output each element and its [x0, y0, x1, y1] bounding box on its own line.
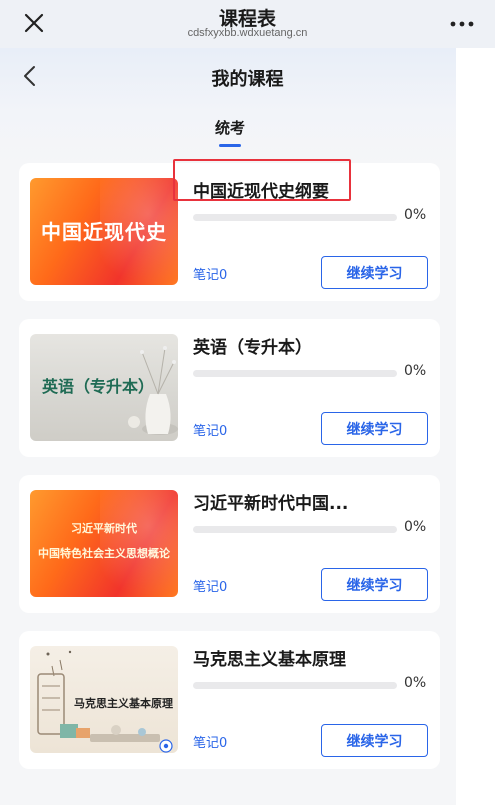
course-card[interactable]: 英语（专升本） 英语（专升本） 0% 笔记0 继续学习	[19, 319, 440, 457]
page-header: 我的课程 统考	[0, 48, 495, 166]
progress-bar	[193, 682, 397, 689]
thumbnail-title-line2: 中国特色社会主义思想概论	[38, 547, 170, 560]
progress-percent: 0%	[404, 519, 427, 535]
course-thumbnail[interactable]: 习近平新时代 中国特色社会主义思想概论	[30, 490, 178, 597]
notes-link[interactable]: 笔记0	[193, 576, 227, 595]
course-title[interactable]: 英语（专升本）	[193, 333, 433, 358]
more-icon[interactable]	[449, 14, 475, 34]
course-thumbnail[interactable]: 中国近现代史	[30, 178, 178, 285]
course-thumbnail[interactable]: 英语（专升本）	[30, 334, 178, 441]
highlight-box	[173, 159, 351, 201]
continue-learning-button[interactable]: 继续学习	[321, 568, 428, 601]
page-title: 我的课程	[211, 69, 284, 90]
continue-learning-button[interactable]: 继续学习	[321, 256, 428, 289]
tab-tongkao[interactable]: 统考	[200, 117, 260, 138]
right-edge-strip	[456, 48, 495, 805]
continue-learning-button[interactable]: 继续学习	[321, 412, 428, 445]
course-card[interactable]: 习近平新时代 中国特色社会主义思想概论 习近平新时代中国... 0% 笔记0 继…	[19, 475, 440, 613]
notes-link[interactable]: 笔记0	[193, 420, 227, 439]
progress-bar	[193, 370, 397, 377]
course-card[interactable]: 马克思主义基本原理 马克思主义基本原理 0% 笔记0 继续学习	[19, 631, 440, 769]
progress-percent: 0%	[404, 675, 427, 691]
progress-bar	[193, 526, 397, 533]
notes-link[interactable]: 笔记0	[193, 264, 227, 283]
thumbnail-title: 马克思主义基本原理	[74, 697, 173, 710]
course-title[interactable]: 马克思主义基本原理	[193, 645, 433, 670]
course-thumbnail[interactable]: 马克思主义基本原理	[30, 646, 178, 753]
continue-learning-button[interactable]: 继续学习	[321, 724, 428, 757]
thumbnail-title-line1: 习近平新时代	[71, 522, 137, 535]
course-title[interactable]: 习近平新时代中国...	[193, 489, 433, 514]
notes-link[interactable]: 笔记0	[193, 732, 227, 751]
thumbnail-title: 中国近现代史	[41, 220, 167, 244]
progress-bar	[193, 214, 397, 221]
thumbnail-title: 英语（专升本）	[42, 377, 155, 396]
progress-percent: 0%	[404, 207, 427, 223]
progress-percent: 0%	[404, 363, 427, 379]
tab-active-indicator	[219, 144, 241, 147]
browser-topbar: 课程表 cdsfxyxbb.wdxuetang.cn	[0, 0, 495, 48]
page-url: cdsfxyxbb.wdxuetang.cn	[187, 27, 308, 39]
